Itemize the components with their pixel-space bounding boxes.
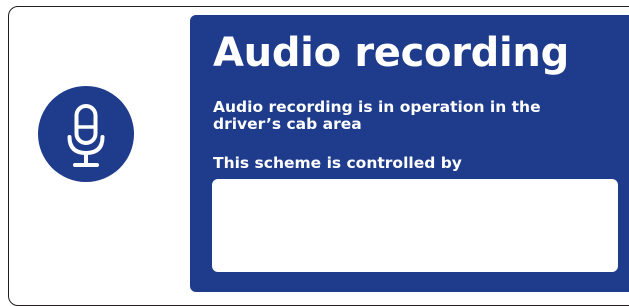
controller-name-field — [212, 179, 618, 272]
sign-title: Audio recording — [213, 30, 569, 76]
operation-notice: Audio recording is in operation in the d… — [213, 98, 541, 133]
microphone-icon — [67, 104, 105, 167]
controlled-by-label: This scheme is controlled by — [213, 154, 462, 172]
microphone-badge — [38, 86, 134, 182]
